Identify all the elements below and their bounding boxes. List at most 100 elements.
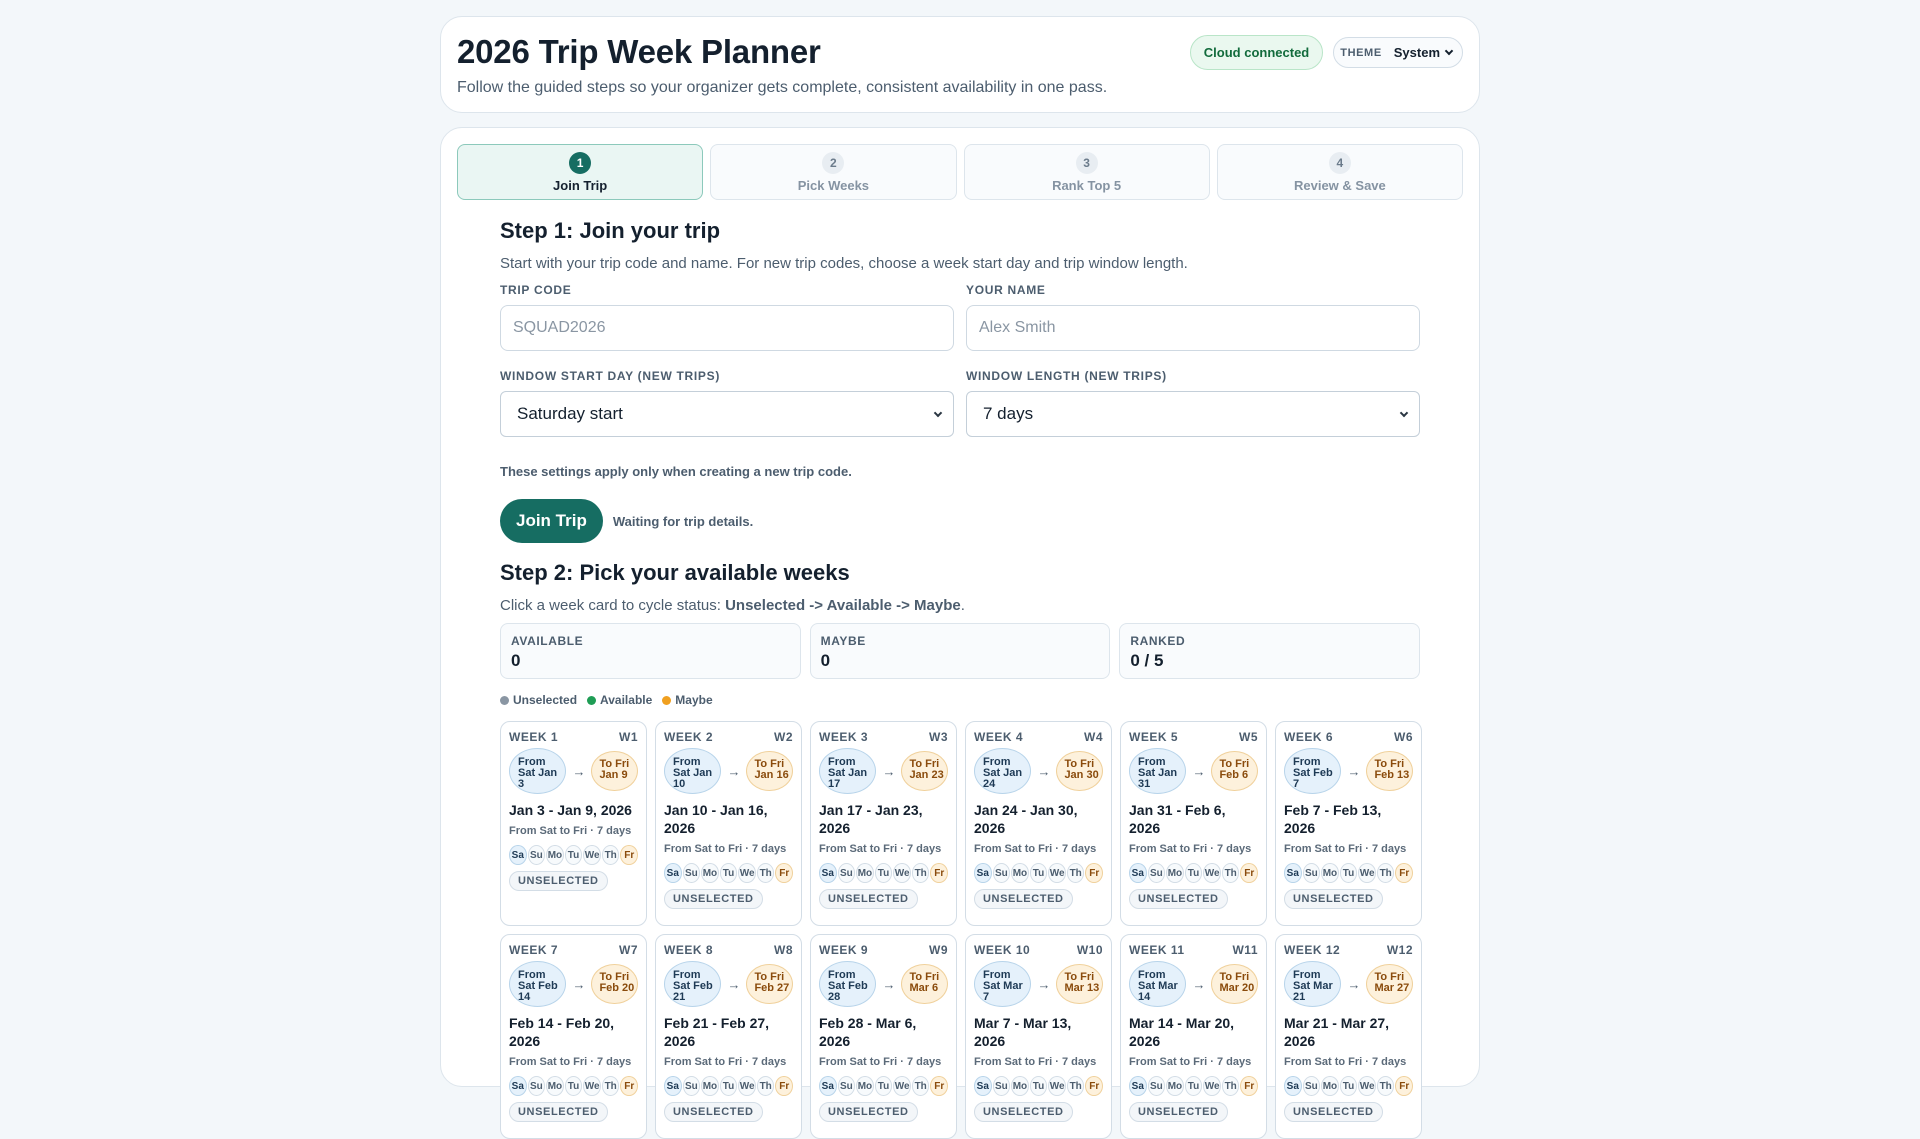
- header-card: 2026 Trip Week Planner Follow the guided…: [440, 16, 1480, 113]
- name-input[interactable]: Alex Smith: [966, 305, 1420, 351]
- week-code: W4: [1084, 730, 1103, 744]
- week-to-pill: To Fri Jan 16: [746, 751, 793, 791]
- stat-label: MAYBE: [820, 634, 866, 648]
- arrow-right-icon: →: [1347, 763, 1361, 779]
- status-cycle-text: Unselected -> Available -> Maybe: [725, 597, 961, 614]
- step2-description-prefix: Click a week card to cycle status:: [500, 597, 726, 614]
- week-code: W7: [619, 943, 638, 957]
- arrow-right-icon: →: [882, 763, 896, 779]
- legend-dot-icon: [662, 695, 672, 705]
- theme-select[interactable]: System: [1394, 45, 1454, 60]
- arrow-right-icon: →: [727, 763, 741, 779]
- week-meta: From Sat to Fri · 7 days: [819, 1056, 942, 1068]
- week-card[interactable]: WEEK 1 W1 From Sat Jan 3 → To Fri Jan 9 Jan 3…: [500, 721, 647, 926]
- stat-card-ranked: RANKED 0 / 5: [1119, 623, 1421, 679]
- week-date-pills: From Sat Feb 7 → To Fri Feb 13: [1284, 748, 1413, 794]
- day-chip: We: [738, 863, 756, 883]
- week-code: W6: [1394, 730, 1413, 744]
- day-chip: Mo: [1321, 1076, 1339, 1096]
- week-card[interactable]: WEEK 7 W7 From Sat Feb 14 → To Fri Feb 20 Feb…: [500, 934, 647, 1139]
- week-from-pill: From Sat Mar 21: [1284, 961, 1342, 1007]
- week-day-strip: Sa Su Mo Tu We Th Fr: [509, 1076, 639, 1096]
- identity-fields: TRIP CODE SQUAD2026 YOUR NAME Alex Smith: [500, 283, 1420, 351]
- day-chip: Th: [1376, 863, 1395, 883]
- week-card[interactable]: WEEK 11 W11 From Sat Mar 14 → To Fri Mar 20 M…: [1120, 934, 1267, 1139]
- join-trip-button[interactable]: Join Trip: [500, 499, 603, 543]
- stat-value: 0 / 5: [1130, 651, 1164, 670]
- week-card[interactable]: WEEK 9 W9 From Sat Feb 28 → To Fri Mar 6 Feb …: [810, 934, 957, 1139]
- trip-code-label: TRIP CODE: [500, 283, 572, 297]
- arrow-right-icon: →: [727, 976, 741, 992]
- week-card[interactable]: WEEK 3 W3 From Sat Jan 17 → To Fri Jan 23 Jan…: [810, 721, 957, 926]
- trip-code-field: TRIP CODE SQUAD2026: [500, 283, 954, 351]
- week-from-pill: From Sat Feb 21: [664, 961, 722, 1007]
- step-number: 2: [822, 151, 845, 174]
- week-title: WEEK 6: [1284, 730, 1334, 744]
- day-chip: Su: [682, 1076, 701, 1096]
- start-day-select[interactable]: Saturday start: [500, 391, 954, 437]
- main-card: 1 Join Trip 2 Pick Weeks 3 Rank Top 5 4 Review …: [440, 127, 1480, 1139]
- week-card[interactable]: WEEK 12 W12 From Sat Mar 21 → To Fri Mar 27 M…: [1275, 934, 1422, 1139]
- week-card[interactable]: WEEK 2 W2 From Sat Jan 10 → To Fri Jan 16 Jan…: [655, 721, 802, 926]
- step-tab-4[interactable]: 4 Review & Save: [1216, 144, 1463, 200]
- week-status-badge: UNSELECTED: [974, 889, 1073, 909]
- day-chip: Th: [1221, 863, 1240, 883]
- week-status-badge: UNSELECTED: [1129, 889, 1228, 909]
- week-card-header: WEEK 4 W4: [974, 730, 1103, 744]
- legend-item-unselected: Unselected: [500, 693, 577, 707]
- day-chip: Su: [1302, 1076, 1321, 1096]
- week-card[interactable]: WEEK 6 W6 From Sat Feb 7 → To Fri Feb 13 Feb …: [1275, 721, 1422, 926]
- chevron-down-icon: [933, 408, 943, 417]
- week-to-pill: To Fri Jan 9: [591, 751, 638, 791]
- step-tab-3[interactable]: 3 Rank Top 5: [963, 144, 1210, 200]
- week-to-pill: To Fri Feb 27: [746, 964, 793, 1004]
- step-tab-1[interactable]: 1 Join Trip: [457, 144, 704, 200]
- theme-label: THEME: [1340, 46, 1382, 59]
- day-chip: Tu: [874, 863, 893, 883]
- day-chip: Th: [1066, 1076, 1085, 1096]
- week-code: W9: [929, 943, 948, 957]
- day-chip: Th: [911, 863, 930, 883]
- day-chip: Sa: [1284, 863, 1302, 883]
- day-chip: Fr: [620, 1076, 639, 1096]
- day-chip: Mo: [856, 1076, 874, 1096]
- week-status-badge: UNSELECTED: [664, 1102, 763, 1122]
- arrow-right-icon: →: [572, 763, 586, 779]
- day-chip: Tu: [1339, 863, 1358, 883]
- week-card[interactable]: WEEK 5 W5 From Sat Jan 31 → To Fri Feb 6 Jan …: [1120, 721, 1267, 926]
- day-chip: Fr: [620, 845, 639, 865]
- name-field: YOUR NAME Alex Smith: [966, 283, 1420, 351]
- join-status-text: Waiting for trip details.: [612, 513, 754, 529]
- stat-card-maybe: MAYBE 0: [809, 623, 1111, 679]
- week-to-pill: To Fri Feb 6: [1211, 751, 1258, 791]
- week-from-pill: From Sat Jan 17: [819, 748, 877, 794]
- legend-item-maybe: Maybe: [662, 693, 713, 707]
- day-chip: Fr: [775, 1076, 794, 1096]
- step-label: Join Trip: [553, 177, 608, 193]
- week-date-pills: From Sat Mar 14 → To Fri Mar 20: [1129, 961, 1258, 1007]
- name-label: YOUR NAME: [966, 283, 1046, 297]
- day-chip: We: [1048, 1076, 1066, 1096]
- day-chip: Tu: [719, 863, 738, 883]
- week-meta: From Sat to Fri · 7 days: [509, 825, 632, 837]
- trip-code-input[interactable]: SQUAD2026: [500, 305, 954, 351]
- week-card[interactable]: WEEK 10 W10 From Sat Mar 7 → To Fri Mar 13 Ma…: [965, 934, 1112, 1139]
- step-tab-2[interactable]: 2 Pick Weeks: [710, 144, 957, 200]
- legend-dot-icon: [587, 695, 597, 705]
- header-controls: Cloud connected THEME System: [1189, 35, 1463, 70]
- window-length-select[interactable]: 7 days: [966, 391, 1420, 437]
- week-card[interactable]: WEEK 8 W8 From Sat Feb 21 → To Fri Feb 27 Feb…: [655, 934, 802, 1139]
- day-chip: Mo: [546, 1076, 564, 1096]
- week-day-strip: Sa Su Mo Tu We Th Fr: [1284, 1076, 1414, 1096]
- week-card[interactable]: WEEK 4 W4 From Sat Jan 24 → To Fri Jan 30 Jan…: [965, 721, 1112, 926]
- day-chip: Fr: [1240, 863, 1259, 883]
- day-chip: Mo: [1011, 863, 1029, 883]
- week-card-header: WEEK 9 W9: [819, 943, 948, 957]
- stat-label: RANKED: [1130, 634, 1186, 648]
- day-chip: We: [1203, 863, 1221, 883]
- day-chip: Sa: [819, 1076, 837, 1096]
- week-title: WEEK 12: [1284, 943, 1341, 957]
- week-status-badge: UNSELECTED: [974, 1102, 1073, 1122]
- day-chip: Fr: [930, 863, 949, 883]
- step-number: 1: [569, 151, 592, 174]
